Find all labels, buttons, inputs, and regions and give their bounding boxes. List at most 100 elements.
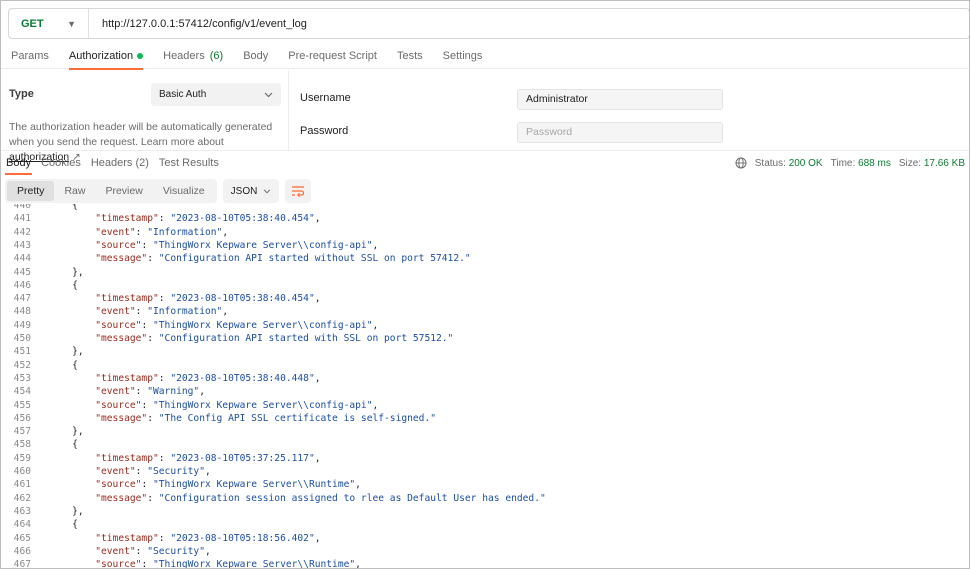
tab-headers[interactable]: Headers (6) — [153, 41, 233, 69]
time-label: Time: — [830, 157, 856, 169]
url-input[interactable]: http://127.0.0.1:57412/config/v1/event_l… — [89, 18, 307, 30]
json-key: "event" — [95, 386, 136, 398]
json-string: "2023-08-10T05:38:40.454" — [170, 293, 315, 305]
code-text: "timestamp": "2023-08-10T05:38:40.454", — [95, 213, 321, 225]
line-number: 460 — [13, 466, 31, 477]
json-string: "Configuration session assigned to rlee … — [158, 492, 546, 504]
code-line: 443 "source": "ThingWorx Kepware Server\… — [1, 239, 969, 252]
code-text: }, — [72, 266, 84, 278]
active-dot-icon — [137, 52, 144, 59]
globe-icon[interactable] — [735, 157, 747, 169]
code-line: 452 { — [1, 359, 969, 372]
time-value[interactable]: 688 ms — [858, 158, 891, 169]
line-number: 454 — [13, 386, 31, 398]
line-number: 451 — [13, 346, 31, 358]
code-line: 454 "event": "Warning", — [1, 385, 969, 398]
code-text: "source": "ThingWorx Kepware Server\\con… — [95, 239, 379, 251]
line-number: 440 — [13, 204, 31, 211]
tab-label: Params — [11, 49, 49, 62]
size-text: Size: 17.66 KB — [899, 158, 965, 169]
resp-tab-cookies[interactable]: Cookies — [36, 151, 86, 175]
json-string: "Warning" — [147, 386, 200, 398]
code-line: 448 "event": "Information", — [1, 305, 969, 318]
postman-window: GET ▼ http://127.0.0.1:57412/config/v1/e… — [0, 0, 970, 569]
resp-tab-headers[interactable]: Headers (2) — [86, 151, 154, 175]
json-string: "Configuration API started without SSL o… — [158, 253, 471, 265]
tab-params[interactable]: Params — [1, 41, 59, 69]
code-line: 457 }, — [1, 425, 969, 438]
code-text: }, — [72, 426, 84, 438]
method-select[interactable]: GET ▼ — [9, 9, 89, 38]
code-text: { — [72, 204, 78, 211]
resp-tab-body[interactable]: Body — [1, 151, 36, 175]
view-pretty-button[interactable]: Pretty — [7, 181, 55, 201]
json-key: "timestamp" — [95, 213, 159, 225]
tab-label: Headers — [163, 49, 205, 62]
json-string: "Configuration API started with SSL on p… — [158, 333, 454, 344]
code-text: "source": "ThingWorx Kepware Server\\Run… — [49, 558, 361, 568]
code-line: 447 "timestamp": "2023-08-10T05:38:40.45… — [1, 292, 969, 305]
json-key: "source" — [95, 559, 142, 568]
line-number: 444 — [13, 253, 31, 265]
status-label: Status: — [754, 157, 786, 169]
json-string: "Information" — [147, 306, 223, 318]
headers-count: (6) — [209, 49, 224, 62]
code-text: "source": "ThingWorx Kepware Server\\Run… — [95, 479, 361, 491]
json-string: "ThingWorx Kepware Server\\config-api" — [153, 319, 373, 331]
password-field[interactable]: Password — [517, 122, 723, 143]
tab-label: Authorization — [68, 49, 134, 62]
format-value: JSON — [230, 185, 258, 197]
resp-tab-test-results[interactable]: Test Results — [154, 151, 224, 175]
wrap-lines-button[interactable] — [284, 179, 311, 203]
code-line: 459 "timestamp": "2023-08-10T05:37:25.11… — [1, 452, 969, 465]
line-number: 466 — [13, 545, 31, 557]
code-text: }, — [72, 505, 84, 517]
json-key: "message" — [95, 253, 148, 265]
tab-settings[interactable]: Settings — [433, 41, 493, 69]
url-bar: GET ▼ http://127.0.0.1:57412/config/v1/e… — [8, 8, 969, 39]
view-visualize-button[interactable]: Visualize — [153, 181, 215, 201]
json-string: "ThingWorx Kepware Server\\config-api" — [153, 399, 373, 411]
size-value[interactable]: 17.66 KB — [924, 158, 965, 169]
password-label: Password — [300, 125, 349, 137]
code-line: 464 { — [1, 518, 969, 531]
json-key: "event" — [95, 306, 136, 318]
code-text: { — [72, 439, 78, 451]
line-number: 455 — [13, 399, 31, 411]
response-body-code[interactable]: 440 {441 "timestamp": "2023-08-10T05:38:… — [1, 204, 969, 568]
line-number: 462 — [13, 492, 31, 504]
code-text: { — [72, 279, 78, 291]
line-number: 457 — [13, 426, 31, 438]
line-number: 467 — [13, 559, 31, 568]
view-preview-button[interactable]: Preview — [95, 181, 152, 201]
code-line: 461 "source": "ThingWorx Kepware Server\… — [1, 478, 969, 491]
json-key: "timestamp" — [95, 372, 159, 384]
code-text: "message": "Configuration session assign… — [95, 492, 546, 504]
code-line: 458 { — [1, 438, 969, 451]
line-number: 441 — [13, 213, 31, 225]
line-number: 443 — [13, 239, 31, 251]
username-field[interactable]: Administrator — [517, 89, 723, 110]
format-select[interactable]: JSON — [222, 179, 279, 203]
json-key: "message" — [95, 412, 148, 424]
code-text: "message": "Configuration API started wi… — [95, 333, 454, 344]
tab-body[interactable]: Body — [233, 41, 278, 69]
response-status: Status: 200 OK Time: 688 ms Size: 17.66 … — [735, 151, 965, 175]
response-tabs: Body Cookies Headers (2) Test Results St… — [1, 150, 969, 175]
auth-type-select[interactable]: Basic Auth — [151, 83, 281, 106]
code-line: 453 "timestamp": "2023-08-10T05:38:40.44… — [1, 372, 969, 385]
view-raw-button[interactable]: Raw — [54, 181, 95, 201]
json-string: "Security" — [147, 545, 205, 557]
view-mode-group: Pretty Raw Preview Visualize — [5, 179, 217, 203]
code-line: 465 "timestamp": "2023-08-10T05:18:56.40… — [1, 532, 969, 545]
tab-pre-request-script[interactable]: Pre-request Script — [278, 41, 387, 69]
json-key: "event" — [95, 226, 136, 238]
code-line: 450 "message": "Configuration API starte… — [1, 332, 969, 345]
line-number: 456 — [13, 412, 31, 424]
json-string: "The Config API SSL certificate is self-… — [158, 412, 437, 424]
json-key: "source" — [95, 479, 142, 491]
auth-type-section: Type Basic Auth The authorization header… — [1, 70, 289, 163]
tab-tests[interactable]: Tests — [387, 41, 433, 69]
status-value[interactable]: 200 OK — [789, 158, 823, 169]
tab-authorization[interactable]: Authorization — [59, 41, 153, 70]
